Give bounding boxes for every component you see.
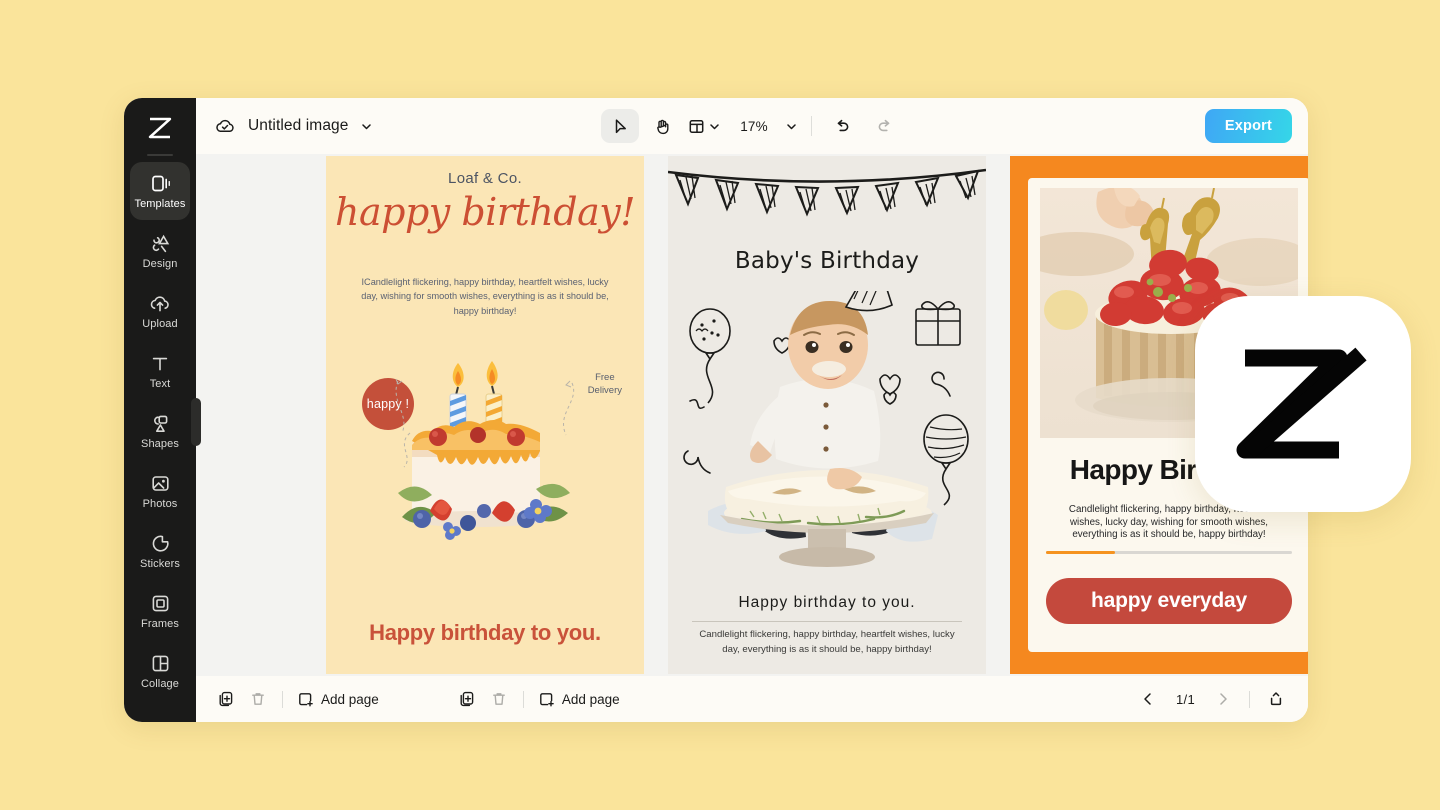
card3-progress-track <box>1046 551 1292 554</box>
card2-body-text: Candlelight flickering, happy birthday, … <box>699 629 955 656</box>
card2-title: Baby's Birthday <box>734 248 920 274</box>
card2-divider <box>692 621 962 622</box>
add-page-label: Add page <box>321 691 379 707</box>
page-tools-group-2: Add page <box>451 684 626 714</box>
shapes-icon <box>150 413 171 435</box>
sidebar-item-upload[interactable]: Upload <box>130 282 190 340</box>
next-page-button[interactable] <box>1207 684 1239 714</box>
export-button[interactable]: Export <box>1204 109 1292 143</box>
sidebar-item-label: Upload <box>142 317 178 330</box>
document-title[interactable]: Untitled image <box>248 117 348 135</box>
capcut-logo-icon[interactable] <box>138 108 182 148</box>
select-tool-button[interactable] <box>601 109 639 143</box>
page-navigation: 1/1 <box>1132 684 1292 714</box>
card2-subtitle: Happy birthday to you. <box>738 594 916 611</box>
template-card[interactable]: Baby's Birthday Happy birthday to you. C… <box>668 156 986 674</box>
capcut-logo-icon <box>1227 340 1379 468</box>
sidebar-item-templates[interactable]: Templates <box>130 162 190 220</box>
add-page-button-1[interactable]: Add page <box>291 687 385 712</box>
sidebar-item-label: Shapes <box>141 437 179 450</box>
card1-footer-text: Happy birthday to you. <box>369 620 601 645</box>
delete-page-trash-icon[interactable] <box>242 684 274 714</box>
document-title-group: Untitled image <box>214 116 373 136</box>
add-page-label: Add page <box>561 691 620 707</box>
card1-free-delivery-note: Free Delivery <box>588 371 622 398</box>
left-sidebar: Templates Design Upload Text Shapes Phot… <box>124 98 201 722</box>
redo-button[interactable] <box>865 109 903 143</box>
page-indicator: 1/1 <box>1176 691 1195 707</box>
hand-tool-button[interactable] <box>643 109 681 143</box>
export-page-icon[interactable] <box>1260 684 1292 714</box>
add-page-button-2[interactable]: Add page <box>532 687 626 712</box>
bottom-divider <box>522 690 524 708</box>
top-toolbar: Untitled image 17% Export <box>196 98 1308 154</box>
bunting-decoration <box>668 168 986 217</box>
chevron-down-icon[interactable] <box>360 120 373 133</box>
chevron-down-icon <box>708 120 721 133</box>
bottom-divider <box>1249 690 1250 708</box>
main-area: Untitled image 17% Export Loaf & Co. hap… <box>196 98 1308 722</box>
toolbar-divider <box>811 116 812 136</box>
free-delivery-line2: Delivery <box>587 385 622 397</box>
design-icon <box>150 233 171 255</box>
sidebar-item-label: Design <box>142 257 178 270</box>
toolbar-right-group: Export <box>1204 109 1292 143</box>
templates-icon <box>150 173 171 195</box>
free-delivery-line1: Free <box>595 372 615 383</box>
zoom-control[interactable]: 17% <box>735 119 800 134</box>
sidebar-divider <box>147 154 173 156</box>
collage-icon <box>150 653 171 675</box>
sidebar-item-label: Photos <box>142 497 178 510</box>
sidebar-item-label: Frames <box>141 617 179 630</box>
bottom-toolbar: Add page Add page 1/1 <box>196 676 1308 722</box>
birthday-cake-illustration <box>380 361 590 576</box>
sidebar-item-shapes[interactable]: Shapes <box>130 402 190 460</box>
chevron-down-icon <box>785 120 798 133</box>
layout-grid-icon <box>687 117 706 136</box>
sidebar-item-photos[interactable]: Photos <box>130 462 190 520</box>
sidebar-item-text[interactable]: Text <box>130 342 190 400</box>
capcut-logo-badge <box>1195 296 1411 512</box>
sidebar-item-label: Collage <box>140 677 179 690</box>
zoom-level: 17% <box>740 118 768 134</box>
template-card-list: Loaf & Co. happy birthday! ICandlelight … <box>326 156 1308 674</box>
layout-tool-button[interactable] <box>685 117 723 136</box>
prev-page-button[interactable] <box>1132 684 1164 714</box>
sidebar-item-label: Text <box>149 377 171 390</box>
template-card[interactable]: Loaf & Co. happy birthday! ICandlelight … <box>326 156 644 674</box>
card1-script-title: happy birthday! <box>335 190 635 234</box>
add-page-icon <box>297 691 314 708</box>
sidebar-item-label: Templates <box>134 197 186 210</box>
text-icon <box>150 353 170 375</box>
sidebar-item-frames[interactable]: Frames <box>130 582 190 640</box>
photos-icon <box>150 473 171 495</box>
duplicate-page-icon[interactable] <box>210 684 242 714</box>
bottom-divider <box>282 690 283 708</box>
frames-icon <box>150 593 171 615</box>
cloud-check-icon <box>214 116 236 136</box>
sidebar-item-stickers[interactable]: Stickers <box>130 522 190 580</box>
baby-birthday-illustration <box>683 291 969 567</box>
app-window: Templates Design Upload Text Shapes Phot… <box>124 98 1308 722</box>
sidebar-item-label: Stickers <box>140 557 180 570</box>
card3-cta-button[interactable]: happy everyday <box>1046 578 1292 624</box>
upload-cloud-icon <box>149 293 171 315</box>
card1-brand: Loaf & Co. <box>448 170 522 187</box>
card1-body-text: ICandlelight flickering, happy birthday,… <box>361 277 609 316</box>
page-tools-group-1: Add page <box>210 684 385 714</box>
delete-page-trash-icon[interactable] <box>483 684 515 714</box>
duplicate-page-icon[interactable] <box>451 684 483 714</box>
sidebar-item-design[interactable]: Design <box>130 222 190 280</box>
canvas-area[interactable]: Loaf & Co. happy birthday! ICandlelight … <box>196 154 1308 676</box>
sidebar-item-collage[interactable]: Collage <box>130 642 190 700</box>
undo-button[interactable] <box>823 109 861 143</box>
add-page-icon <box>538 691 555 708</box>
card3-progress-fill <box>1046 551 1115 554</box>
sidebar-collapse-handle[interactable] <box>191 398 201 446</box>
stickers-icon <box>150 533 171 555</box>
